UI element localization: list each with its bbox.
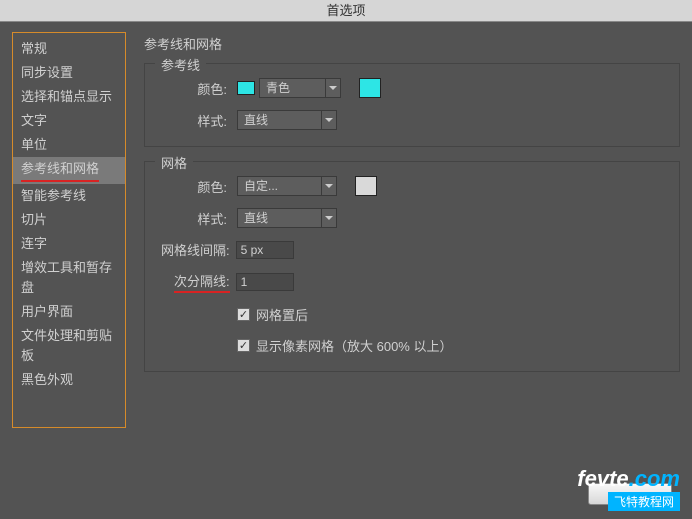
sidebar: 常规 同步设置 选择和锚点显示 文字 单位 参考线和网格 智能参考线 切片 连字… bbox=[12, 32, 126, 428]
grid-spacing-label: 网格线间隔: bbox=[161, 240, 230, 259]
content-area: 常规 同步设置 选择和锚点显示 文字 单位 参考线和网格 智能参考线 切片 连字… bbox=[0, 22, 692, 482]
grid-spacing-input[interactable] bbox=[236, 241, 294, 259]
dropdown-arrow-icon[interactable] bbox=[321, 176, 337, 196]
guides-legend: 参考线 bbox=[155, 55, 206, 74]
show-pixel-grid-label: 显示像素网格（放大 600% 以上） bbox=[256, 336, 452, 355]
sidebar-item-general[interactable]: 常规 bbox=[13, 37, 125, 61]
window-title: 首选项 bbox=[0, 0, 692, 22]
sidebar-item-smart-guides[interactable]: 智能参考线 bbox=[13, 184, 125, 208]
sidebar-item-file-clipboard[interactable]: 文件处理和剪贴板 bbox=[13, 324, 125, 368]
main-panel: 参考线和网格 参考线 颜色: 青色 样式: 直线 网格 颜色: 自定... bbox=[126, 32, 680, 482]
sidebar-item-ui[interactable]: 用户界面 bbox=[13, 300, 125, 324]
show-pixel-grid-checkbox[interactable] bbox=[237, 339, 250, 352]
grid-color-preview[interactable] bbox=[355, 176, 377, 196]
guides-style-select[interactable]: 直线 bbox=[237, 110, 321, 130]
dropdown-arrow-icon[interactable] bbox=[325, 78, 341, 98]
grid-back-label: 网格置后 bbox=[256, 305, 308, 324]
sidebar-item-sync[interactable]: 同步设置 bbox=[13, 61, 125, 85]
watermark: fevte.com 飞特教程网 bbox=[577, 466, 680, 511]
sidebar-item-plugins[interactable]: 增效工具和暂存盘 bbox=[13, 256, 125, 300]
dropdown-arrow-icon[interactable] bbox=[321, 110, 337, 130]
sidebar-item-guides-grid[interactable]: 参考线和网格 bbox=[13, 157, 125, 184]
sidebar-item-label: 参考线和网格 bbox=[21, 159, 99, 182]
grid-style-label: 样式: bbox=[161, 209, 227, 228]
grid-back-checkbox[interactable] bbox=[237, 308, 250, 321]
guides-color-label: 颜色: bbox=[161, 79, 227, 98]
guides-color-swatch bbox=[237, 81, 255, 95]
grid-subdiv-input[interactable] bbox=[236, 273, 294, 291]
grid-legend: 网格 bbox=[155, 153, 193, 172]
sidebar-item-type[interactable]: 文字 bbox=[13, 109, 125, 133]
guides-style-label: 样式: bbox=[161, 111, 227, 130]
guides-color-select[interactable]: 青色 bbox=[259, 78, 325, 98]
grid-color-label: 颜色: bbox=[161, 177, 227, 196]
sidebar-item-selection[interactable]: 选择和锚点显示 bbox=[13, 85, 125, 109]
sidebar-item-black[interactable]: 黑色外观 bbox=[13, 368, 125, 392]
sidebar-item-slices[interactable]: 切片 bbox=[13, 208, 125, 232]
sidebar-item-units[interactable]: 单位 bbox=[13, 133, 125, 157]
grid-color-select[interactable]: 自定... bbox=[237, 176, 321, 196]
sidebar-item-hyphenation[interactable]: 连字 bbox=[13, 232, 125, 256]
grid-subdiv-label: 次分隔线: bbox=[174, 271, 230, 293]
guides-fieldset: 参考线 颜色: 青色 样式: 直线 bbox=[144, 63, 680, 147]
grid-style-select[interactable]: 直线 bbox=[237, 208, 321, 228]
dropdown-arrow-icon[interactable] bbox=[321, 208, 337, 228]
panel-title: 参考线和网格 bbox=[144, 34, 680, 53]
guides-color-preview[interactable] bbox=[359, 78, 381, 98]
grid-fieldset: 网格 颜色: 自定... 样式: 直线 网格线间隔: 次分隔线: bbox=[144, 161, 680, 372]
